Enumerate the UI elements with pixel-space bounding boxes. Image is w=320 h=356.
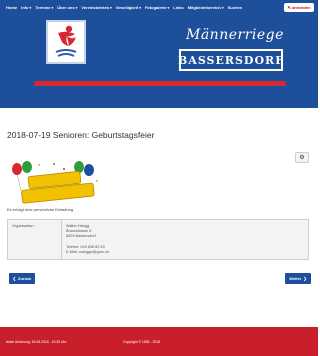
gymnast-logo-icon: [55, 25, 77, 57]
footer-copyright: Copyright © 1835 - 2018: [123, 340, 160, 344]
main-nav: Home Info▾ Termine▾ Über uns▾ Vereinsbet…: [0, 0, 318, 14]
site-header: Home Info▾ Termine▾ Über uns▾ Vereinsbet…: [0, 0, 318, 108]
nav-item-vereinsbetrieb[interactable]: Vereinsbetrieb▾: [81, 5, 111, 10]
pencil-icon: ✎: [287, 5, 291, 10]
nav-item-links[interactable]: Links: [173, 5, 183, 10]
nav-item-ueber-uns[interactable]: Über uns▾: [57, 5, 77, 10]
back-button[interactable]: ❮ Zurück: [9, 273, 35, 284]
login-button[interactable]: ✎ anmelden: [284, 3, 314, 12]
chevron-right-icon: ❯: [303, 276, 307, 281]
club-logo[interactable]: [46, 20, 86, 64]
nav-item-info[interactable]: Info▾: [21, 5, 31, 10]
brand-box-title: BASSERSDORF: [178, 49, 283, 71]
header-divider: [34, 81, 286, 86]
settings-button[interactable]: ⚙: [295, 152, 309, 163]
organizer-table: Organisation: Walter Haegg Branzstrasse …: [7, 219, 309, 261]
organizer-details: Walter Haegg Branzstrasse 8 8303 Bassers…: [62, 220, 308, 259]
chevron-left-icon: ❮: [12, 276, 16, 281]
nav-item-fotogalerie[interactable]: Fotogalerie▾: [145, 5, 169, 10]
invite-text: Es erfolgt eine persönliche Einladung.: [7, 207, 75, 212]
site-footer: letzte Änderung: 15.06.2018 - 10:30 Uhr …: [0, 327, 318, 356]
nav-item-suchen[interactable]: Suchen: [228, 5, 242, 10]
organizer-label: Organisation:: [8, 220, 62, 260]
nav-item-mitgliederbereich[interactable]: Mitgliederbereich▾: [188, 5, 224, 10]
nav-item-termine[interactable]: Termine▾: [35, 5, 53, 10]
gear-icon: ⚙: [299, 155, 305, 161]
nav-item-geselligkeit[interactable]: Geselligkeit▾: [116, 5, 141, 10]
birthday-image: [9, 161, 99, 205]
organizer-email[interactable]: E-Mail: waeggw@gmx.ch: [66, 250, 304, 255]
footer-last-change: letzte Änderung: 15.06.2018 - 10:30 Uhr: [6, 340, 67, 344]
next-button[interactable]: Weiter ❯: [285, 273, 311, 284]
nav-item-home[interactable]: Home: [6, 5, 17, 10]
page-title: 2018-07-19 Senioren: Geburtstagsfeier: [7, 130, 155, 140]
brand-script-title: Männerriege: [186, 27, 284, 43]
